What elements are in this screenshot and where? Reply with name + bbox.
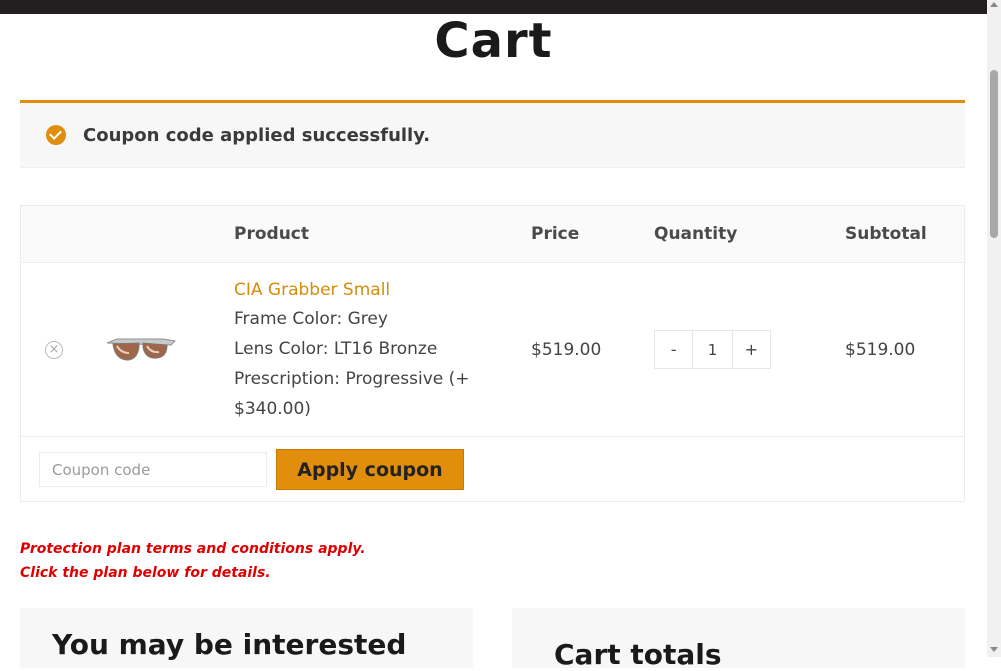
product-thumbnail[interactable] [105,329,177,371]
scrollbar[interactable] [987,0,1001,657]
prescription-value: Progressive (+ [345,369,470,389]
protection-details-text: Click the plan below for details. [20,565,271,581]
qty-input[interactable]: 1 [692,331,733,368]
header-price: Price [531,224,580,244]
apply-coupon-button[interactable]: Apply coupon [276,449,464,490]
quantity-stepper: - 1 + [654,330,771,369]
product-name-link[interactable]: CIA Grabber Small [234,280,390,300]
table-row: × CIA Grabber Small Frame Color: Grey Le… [21,263,964,437]
coupon-code-input[interactable] [39,452,267,487]
protection-terms-text: Protection plan terms and conditions app… [20,541,366,557]
interested-heading: You may be interested [52,628,407,661]
cart-totals-panel: Cart totals [512,608,965,671]
qty-plus-button[interactable]: + [733,331,770,368]
lens-color-label: Lens Color: [234,339,329,359]
qty-minus-button[interactable]: - [655,331,692,368]
interested-panel: You may be interested [20,608,473,668]
remove-circle-icon[interactable]: × [45,341,63,359]
check-circle-icon [46,125,66,145]
item-price: $519.00 [531,340,602,360]
lens-color-value: LT16 Bronze [333,339,438,359]
frame-color-label: Frame Color: [234,309,343,329]
item-subtotal: $519.00 [845,340,916,360]
scrollbar-thumb[interactable] [990,70,998,238]
cart-table: Product Price Quantity Subtotal × CIA Gr… [20,205,965,502]
scroll-down-icon[interactable] [990,647,998,652]
lens-color: Lens Color: LT16 Bronze [234,339,437,359]
cart-table-header: Product Price Quantity Subtotal [21,206,964,263]
frame-color-value: Grey [347,309,388,329]
prescription: Prescription: Progressive (+ [234,369,470,389]
notice-message: Coupon code applied successfully. [83,125,431,146]
scroll-up-icon[interactable] [990,2,998,7]
page-title: Cart [434,13,553,69]
header-quantity: Quantity [654,224,738,244]
header-subtotal: Subtotal [845,224,927,244]
success-notice: Coupon code applied successfully. [20,100,965,168]
header-product: Product [234,224,309,244]
frame-color: Frame Color: Grey [234,309,388,329]
prescription-label: Prescription: [234,369,341,389]
prescription-price: $340.00) [234,399,311,419]
cart-totals-heading: Cart totals [554,638,722,671]
